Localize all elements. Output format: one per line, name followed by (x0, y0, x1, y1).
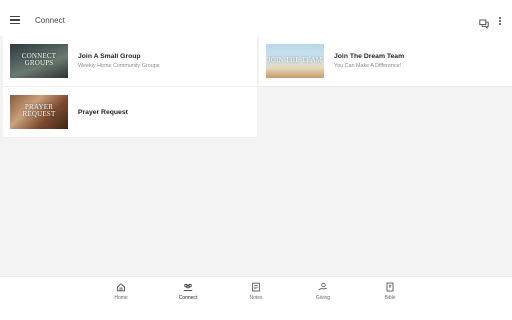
right-column: JOIN THE TEAM Join The Dream Team You Ca… (259, 36, 512, 87)
nav-item-giving[interactable]: Giving (303, 282, 343, 312)
more-vert-icon[interactable] (495, 16, 505, 26)
nav-item-notes[interactable]: Notes (236, 282, 276, 312)
card-thumbnail: PRAYER REQUEST (10, 95, 68, 129)
card-dream-team[interactable]: JOIN THE TEAM Join The Dream Team You Ca… (259, 36, 512, 87)
thumbnail-text: CONNECT GROUPS (21, 52, 57, 67)
card-subtitle: Weekly Home Community Groups (78, 63, 160, 69)
nav-item-home[interactable]: Home (101, 282, 141, 312)
card-title: Join A Small Group (78, 53, 141, 60)
nav-item-connect[interactable]: Connect (168, 282, 208, 312)
menu-icon[interactable] (8, 14, 22, 28)
left-column: CONNECT GROUPS Join A Small Group Weekly… (3, 36, 257, 138)
card-title: Join The Dream Team (334, 53, 405, 60)
page-title: Connect (35, 16, 65, 25)
nav-label: Bible (384, 295, 396, 301)
card-thumbnail: JOIN THE TEAM (266, 44, 324, 78)
nav-label: Connect (178, 295, 198, 301)
card-small-group[interactable]: CONNECT GROUPS Join A Small Group Weekly… (3, 36, 257, 87)
nav-item-bible[interactable]: Bible (370, 282, 410, 312)
card-title: Prayer Request (78, 109, 128, 116)
people-icon (183, 283, 193, 292)
giving-icon (318, 282, 327, 291)
card-subtitle: You Can Make A Difference! (334, 63, 402, 69)
bottom-nav: Home Connect Notes Giving Bible (0, 276, 512, 320)
bible-icon (386, 282, 394, 292)
content-area: CONNECT GROUPS Join A Small Group Weekly… (0, 36, 512, 276)
nav-label: Giving (315, 295, 331, 301)
thumbnail-text: PRAYER REQUEST (22, 103, 56, 118)
card-thumbnail: CONNECT GROUPS (10, 44, 68, 78)
nav-label: Home (114, 295, 128, 301)
thumbnail-text: JOIN THE TEAM (267, 56, 323, 64)
nav-label: Notes (249, 295, 263, 301)
home-icon (117, 283, 125, 292)
card-prayer-request[interactable]: PRAYER REQUEST Prayer Request (3, 87, 257, 138)
notes-icon (252, 282, 260, 292)
chat-icon[interactable] (479, 16, 489, 30)
